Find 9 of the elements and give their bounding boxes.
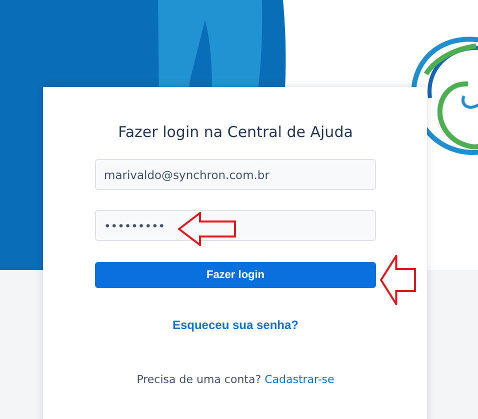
login-button[interactable]: Fazer login <box>95 262 376 288</box>
signup-link[interactable]: Cadastrar-se <box>264 373 334 386</box>
password-field[interactable]: ••••••••• <box>95 210 376 241</box>
signup-prompt: Precisa de uma conta? Cadastrar-se <box>136 372 336 388</box>
email-field[interactable]: marivaldo@synchron.com.br <box>95 159 376 190</box>
arrow-icon <box>178 212 236 246</box>
arrow-icon <box>380 255 416 305</box>
login-title: Fazer login na Central de Ajuda <box>117 123 354 141</box>
forgot-password-link[interactable]: Esqueceu sua senha? <box>172 318 299 332</box>
